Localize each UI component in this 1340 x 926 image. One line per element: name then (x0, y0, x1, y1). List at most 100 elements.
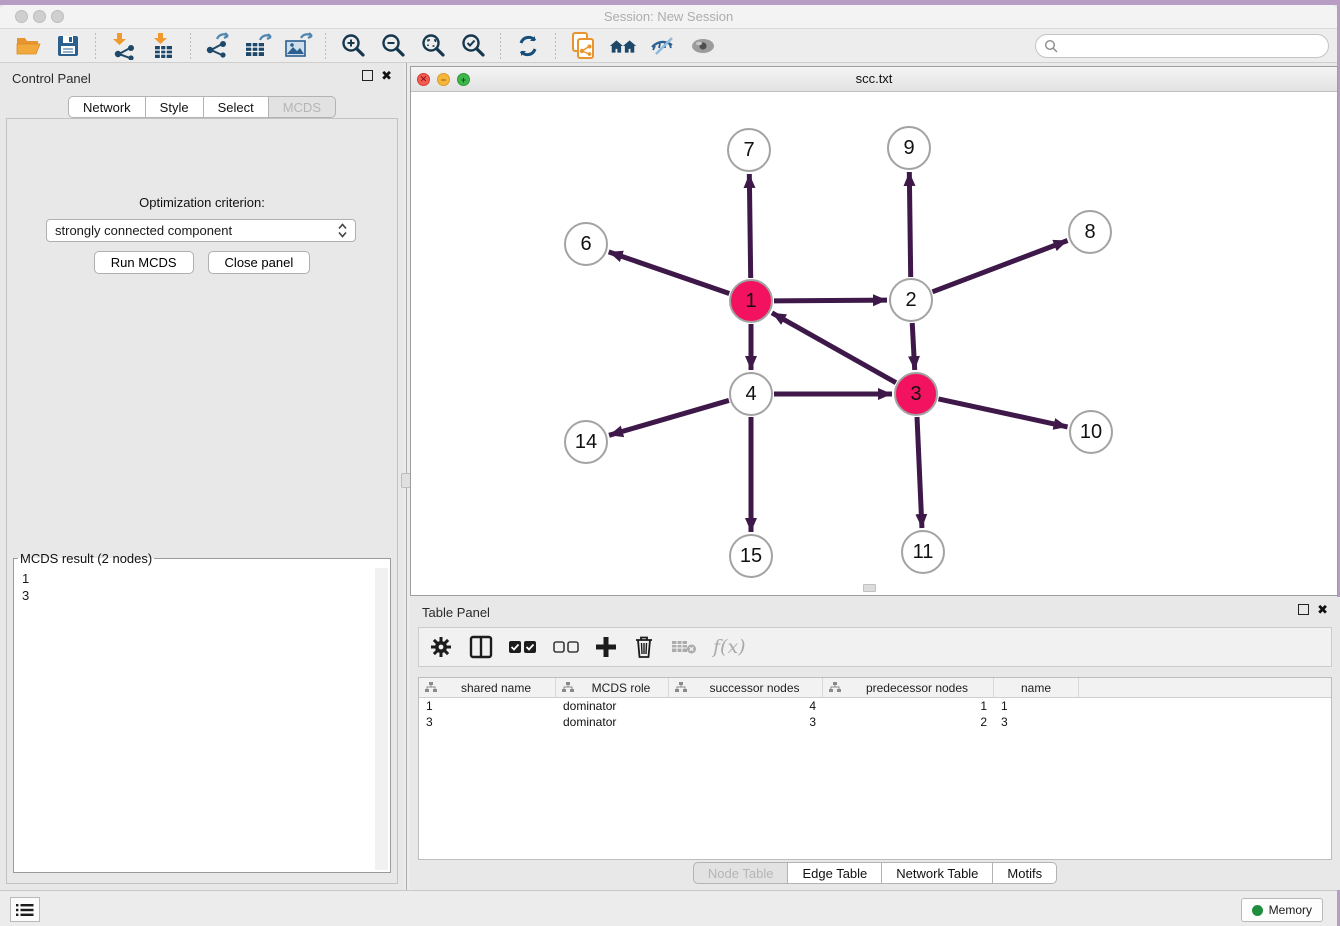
table-cell: 3 (669, 714, 823, 730)
hierarchy-icon (829, 682, 841, 693)
refresh-icon[interactable] (513, 32, 543, 60)
column-header-name[interactable]: name (994, 678, 1079, 697)
network-file-icon[interactable] (568, 32, 598, 60)
delete-table-icon[interactable] (671, 633, 697, 661)
zoom-out-icon[interactable] (378, 32, 408, 60)
graph-node-2[interactable]: 2 (889, 278, 933, 322)
tab-motifs[interactable]: Motifs (993, 862, 1057, 884)
toolbar-separator (95, 33, 96, 59)
graph-node-3[interactable]: 3 (894, 372, 938, 416)
graph-node-8[interactable]: 8 (1068, 210, 1112, 254)
show-icon[interactable] (688, 32, 718, 60)
canvas-grip[interactable] (863, 584, 876, 592)
graph-edge[interactable] (938, 399, 1067, 427)
export-image-icon[interactable] (283, 32, 313, 60)
node-table: shared name MCDS rolesuccessor nodesprede… (418, 677, 1332, 860)
criterion-dropdown[interactable]: strongly connected component (46, 219, 356, 242)
memory-button[interactable]: Memory (1241, 898, 1323, 922)
tab-network-table[interactable]: Network Table (882, 862, 993, 884)
application-window: Session: New Session (0, 5, 1337, 926)
column-header-shared-name[interactable]: shared name (419, 678, 556, 697)
graph-node-14[interactable]: 14 (564, 420, 608, 464)
close-table-panel-icon[interactable]: ✖ (1317, 604, 1328, 615)
hierarchy-icon (562, 682, 574, 693)
graph-edge[interactable] (609, 252, 730, 294)
search-input[interactable] (1063, 39, 1320, 53)
column-header-mcds-role[interactable]: MCDS role (556, 678, 669, 697)
home-icon[interactable] (608, 32, 638, 60)
float-table-panel-icon[interactable] (1298, 604, 1309, 615)
tab-node-table[interactable]: Node Table (693, 862, 789, 884)
dropdown-stepper-icon (338, 223, 347, 238)
graph-edge[interactable] (912, 323, 915, 370)
graph-edge[interactable] (774, 300, 887, 301)
select-all-icon[interactable] (509, 633, 537, 661)
tab-mcds[interactable]: MCDS (269, 96, 336, 118)
network-window: ✕ − + scc.txt 7 9 6 8 1 2 4 3 14 10 15 11 (410, 66, 1338, 596)
column-label: shared name (443, 681, 549, 695)
add-column-icon[interactable] (595, 633, 617, 661)
run-mcds-button[interactable]: Run MCDS (94, 251, 194, 274)
graph-edge[interactable] (909, 172, 910, 277)
export-table-icon[interactable] (243, 32, 273, 60)
control-panel-title: Control Panel (12, 71, 91, 86)
split-columns-icon[interactable] (469, 633, 493, 661)
control-panel-tabs: NetworkStyleSelectMCDS (0, 96, 404, 118)
graph-node-9[interactable]: 9 (887, 126, 931, 170)
graph-edge[interactable] (772, 313, 896, 383)
tab-select[interactable]: Select (204, 96, 269, 118)
tab-network[interactable]: Network (68, 96, 146, 118)
window-titlebar[interactable]: Session: New Session (0, 5, 1337, 29)
graph-edge[interactable] (609, 400, 729, 435)
zoom-fit-icon[interactable] (418, 32, 448, 60)
result-scrollbar[interactable] (375, 568, 388, 870)
save-session-icon[interactable] (53, 32, 83, 60)
search-field[interactable] (1035, 34, 1329, 58)
search-icon (1044, 39, 1058, 53)
graph-node-4[interactable]: 4 (729, 372, 773, 416)
graph-node-10[interactable]: 10 (1069, 410, 1113, 454)
network-canvas[interactable]: 7 9 6 8 1 2 4 3 14 10 15 11 (411, 92, 1337, 595)
tab-style[interactable]: Style (146, 96, 204, 118)
deselect-all-icon[interactable] (553, 633, 579, 661)
zoom-selected-icon[interactable] (458, 32, 488, 60)
network-window-titlebar[interactable]: ✕ − + scc.txt (411, 67, 1337, 92)
criterion-dropdown-value: strongly connected component (55, 223, 338, 238)
import-network-icon[interactable] (108, 32, 138, 60)
table-row[interactable]: 3dominator323 (419, 714, 1331, 730)
graph-node-1[interactable]: 1 (729, 279, 773, 323)
column-header-successor-nodes[interactable]: successor nodes (669, 678, 823, 697)
export-network-icon[interactable] (203, 32, 233, 60)
task-history-button[interactable] (10, 897, 40, 922)
gear-icon[interactable] (429, 633, 453, 661)
status-bar: Memory (0, 890, 1337, 926)
toolbar-separator (325, 33, 326, 59)
function-icon[interactable]: f(x) (713, 633, 746, 661)
result-line: 3 (22, 587, 368, 604)
column-header-predecessor-nodes[interactable]: predecessor nodes (823, 678, 994, 697)
graph-node-6[interactable]: 6 (564, 222, 608, 266)
trash-icon[interactable] (633, 633, 655, 661)
graph-edge[interactable] (917, 417, 922, 528)
float-panel-icon[interactable] (362, 70, 373, 81)
table-cell: 2 (823, 714, 994, 730)
mcds-result-lines[interactable]: 13 (16, 568, 374, 870)
graph-edge[interactable] (933, 241, 1068, 292)
window-title: Session: New Session (0, 9, 1337, 24)
zoom-in-icon[interactable] (338, 32, 368, 60)
import-table-icon[interactable] (148, 32, 178, 60)
close-panel-button[interactable]: Close panel (208, 251, 311, 274)
toolbar-separator (500, 33, 501, 59)
optimization-criterion-label: Optimization criterion: (7, 195, 397, 210)
table-row[interactable]: 1dominator411 (419, 698, 1331, 714)
graph-node-7[interactable]: 7 (727, 128, 771, 172)
graph-node-11[interactable]: 11 (901, 530, 945, 574)
close-panel-icon[interactable]: ✖ (381, 70, 392, 81)
column-label: name (1000, 681, 1072, 695)
open-session-icon[interactable] (13, 32, 43, 60)
hide-icon[interactable] (648, 32, 678, 60)
graph-edge[interactable] (749, 174, 750, 278)
graph-node-15[interactable]: 15 (729, 534, 773, 578)
list-icon (16, 903, 34, 917)
tab-edge-table[interactable]: Edge Table (788, 862, 882, 884)
